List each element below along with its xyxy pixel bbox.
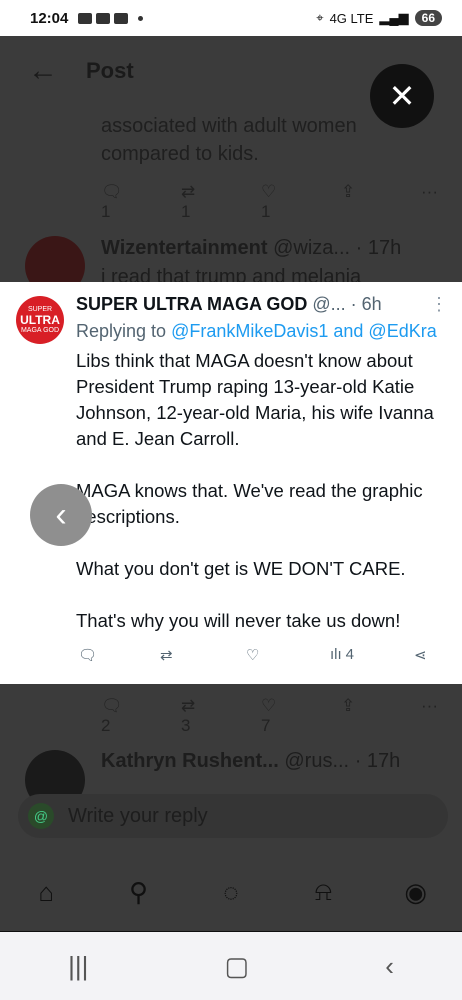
location-icon: ⌖	[316, 10, 324, 25]
page-title: Post	[86, 58, 134, 83]
view-count: 4	[345, 646, 355, 663]
search-icon[interactable]: ⚲	[117, 870, 161, 914]
author-name[interactable]: SUPER ULTRA MAGA GOD	[76, 294, 307, 314]
more-notifications-icon	[138, 15, 144, 21]
post-time: · 17h	[354, 750, 401, 772]
reply-button[interactable]: 🗨	[78, 646, 97, 664]
status-time: 12:04	[30, 9, 69, 27]
like-count: 1	[261, 202, 271, 221]
notification-icon	[96, 12, 111, 24]
bell-icon[interactable]: ⍾	[301, 870, 345, 914]
bottom-tab-bar: ⌂ ⚲ ◌ ⍾ ◉	[0, 852, 462, 932]
signal-icon: ▂▄▆	[379, 10, 409, 25]
system-navigation-bar: ||| ▢ ‹	[0, 932, 462, 1000]
reply-placeholder: Write your reply	[68, 804, 208, 827]
more-icon[interactable]: ···	[421, 182, 462, 222]
like-action[interactable]: ♡ 1	[261, 182, 341, 222]
network-label: 4G LTE	[329, 10, 374, 26]
post-paragraph: That's why you will never take us down!	[76, 610, 401, 631]
post-author-line: SUPER ULTRA MAGA GOD @... · 6h	[76, 294, 382, 315]
comment-icon: 🗨	[78, 647, 98, 664]
background-post-line: associated with adult women	[101, 115, 357, 137]
author-handle: @...	[312, 294, 346, 314]
status-bar: 12:04 ⌖ 4G LTE ▂▄▆ 66	[0, 0, 462, 36]
battery-indicator: 66	[414, 10, 442, 26]
post-time: · 6h	[350, 294, 382, 314]
close-button[interactable]: ✕	[370, 64, 434, 128]
retweet-count: 3	[181, 716, 191, 735]
views-button[interactable]: ılı 4	[330, 646, 354, 663]
more-icon[interactable]: ···	[421, 696, 462, 736]
retweet-action[interactable]: ⇄ 3	[181, 696, 261, 736]
background-post-actions: 🗨 1 ⇄ 1 ♡ 1 ⇪ ···	[101, 182, 462, 222]
previous-button[interactable]: ‹	[30, 484, 92, 546]
background-post-author: Wizentertainment @wiza... · 17h	[101, 237, 401, 260]
author-handle: @rus...	[284, 750, 350, 772]
replying-to-label: Replying to	[76, 321, 167, 341]
chevron-left-icon: ‹	[55, 495, 67, 534]
notification-icon	[78, 12, 93, 24]
reply-action[interactable]: 🗨 2	[101, 696, 181, 736]
notification-icons	[78, 12, 144, 24]
background-post-line: compared to kids.	[101, 143, 259, 165]
share-button[interactable]: ⋖	[414, 646, 427, 664]
background-post-actions: 🗨 2 ⇄ 3 ♡ 7 ⇪ ···	[101, 696, 462, 736]
background-post-text: associated with adult women compared to …	[101, 112, 357, 168]
avatar: @	[28, 803, 54, 829]
avatar[interactable]: SUPER ULTRA MAGA GOD	[16, 296, 64, 344]
screenshot-icon	[114, 12, 129, 24]
post-paragraph: Libs think that MAGA doesn't know about …	[76, 350, 434, 449]
more-vertical-icon[interactable]: ⋮	[430, 294, 448, 315]
share-icon[interactable]: ⇪	[341, 182, 421, 222]
post-actions: 🗨 ⇄ ♡ ılı 4 ⋖	[78, 646, 438, 670]
reply-action[interactable]: 🗨 1	[101, 182, 181, 222]
post-body: Libs think that MAGA doesn't know about …	[76, 348, 456, 660]
home-button-icon[interactable]: ▢	[225, 951, 250, 982]
heart-icon: ♡	[246, 647, 260, 664]
reply-mention-link[interactable]: @FrankMikeDavis1 and @EdKra	[171, 321, 437, 341]
like-button[interactable]: ♡	[246, 646, 259, 664]
retweet-button[interactable]: ⇄	[160, 646, 173, 664]
like-action[interactable]: ♡ 7	[261, 696, 341, 736]
avatar-text: MAGA GOD	[20, 326, 60, 334]
avatar-text: ULTRA	[20, 312, 60, 327]
recent-apps-icon[interactable]: |||	[68, 951, 88, 982]
bar-chart-icon: ılı	[330, 646, 342, 663]
post-paragraph: What you don't get is WE DON'T CARE.	[76, 558, 406, 579]
author-name: Wizentertainment	[101, 237, 268, 259]
close-icon: ✕	[388, 78, 416, 114]
retweet-icon: ⇄	[160, 647, 173, 664]
chat-icon[interactable]: ◌	[209, 870, 253, 914]
post-time: · 17h	[355, 237, 402, 259]
replying-to-line: Replying to @FrankMikeDavis1 and @EdKra	[76, 321, 437, 342]
author-name: Kathryn Rushent...	[101, 750, 279, 772]
home-icon[interactable]: ⌂	[24, 870, 68, 914]
author-handle: @wiza...	[273, 237, 351, 259]
post-paragraph: MAGA knows that. We've read the graphic …	[76, 480, 423, 527]
profile-icon[interactable]: ◉	[394, 870, 438, 914]
reply-count: 2	[101, 716, 111, 735]
like-count: 7	[261, 716, 271, 735]
reply-count: 1	[101, 202, 111, 221]
share-icon: ⋖	[414, 647, 427, 664]
background-post-author: Kathryn Rushent... @rus... · 17h	[101, 750, 400, 773]
arrow-left-icon[interactable]: ←	[28, 54, 58, 88]
back-nav-icon[interactable]: ‹	[385, 951, 394, 982]
share-icon[interactable]: ⇪	[341, 696, 421, 736]
reply-input[interactable]: @ Write your reply	[18, 794, 448, 838]
retweet-count: 1	[181, 202, 191, 221]
retweet-action[interactable]: ⇄ 1	[181, 182, 261, 222]
featured-post-card[interactable]: SUPER ULTRA MAGA GOD SUPER ULTRA MAGA GO…	[0, 282, 462, 684]
